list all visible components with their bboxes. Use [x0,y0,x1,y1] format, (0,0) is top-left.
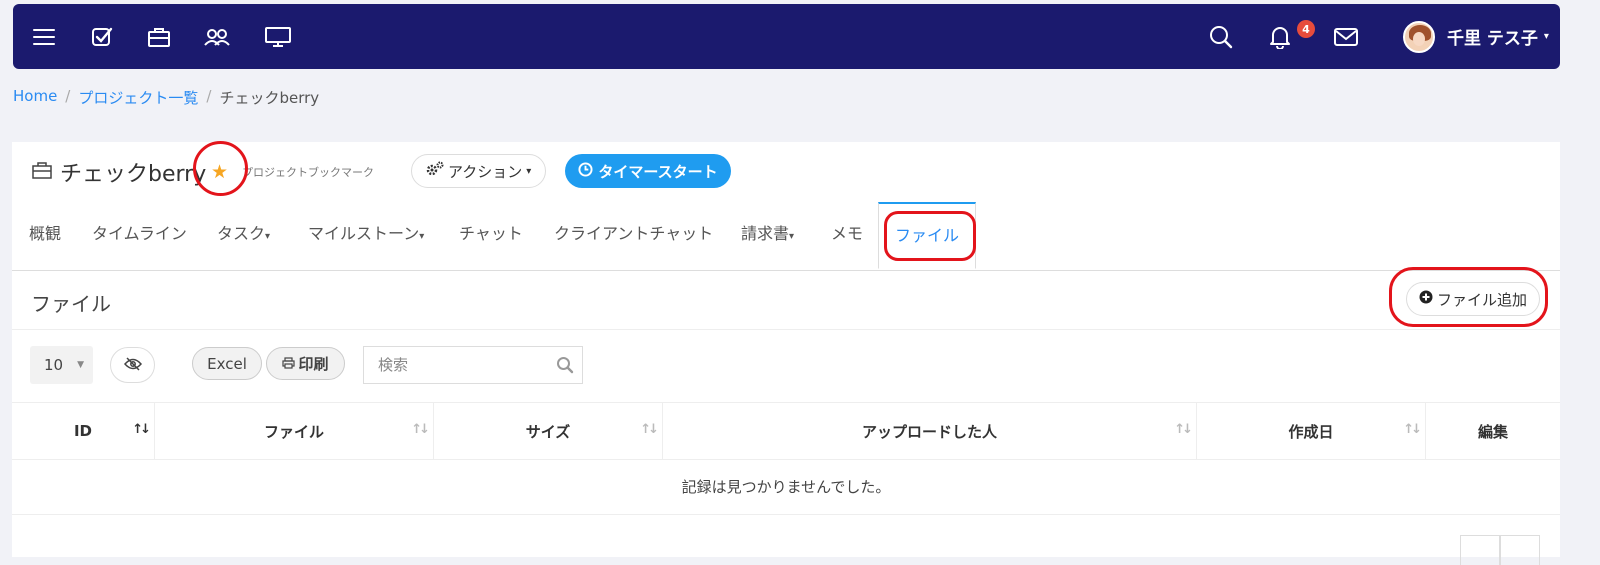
column-header-edit: 編集 [1426,403,1560,459]
tab-invoices[interactable]: 請求書▾ [741,202,794,270]
checklist-icon[interactable] [89,4,115,69]
search-icon [556,356,574,378]
star-icon[interactable]: ★ [211,161,228,183]
section-title: ファイル [31,292,111,316]
eye-slash-icon [123,356,142,375]
page-length-select[interactable]: 10 ▼ [30,346,93,384]
tab-invoices-label: 請求書 [741,224,790,243]
tab-milestones-label: マイルストーン [308,224,420,243]
tab-files[interactable]: ファイル [878,202,977,269]
column-header-id[interactable]: ID ↑↓ [12,403,155,459]
printer-icon [282,355,296,373]
search-icon[interactable] [1208,4,1234,69]
breadcrumb-separator: / [206,87,212,105]
chevron-down-icon: ▾ [1543,31,1549,42]
breadcrumb-projects[interactable]: プロジェクト一覧 [78,87,198,108]
timer-start-label: タイマースタート [598,162,718,181]
chevron-down-icon: ▾ [526,165,532,177]
column-header-uploader[interactable]: アップロードした人 ↑↓ [663,403,1197,459]
table-search [363,346,583,384]
sort-icon: ↑↓ [1403,422,1422,437]
gears-icon [426,161,444,181]
briefcase-icon [32,160,52,185]
plus-circle-icon [1419,290,1433,308]
sort-icon: ↑↓ [640,422,659,437]
column-header-label: 編集 [1477,422,1508,441]
clock-icon [578,161,593,181]
print-label: 印刷 [298,355,329,373]
sort-icon: ↑↓ [1174,422,1193,437]
sort-icon: ↑↓ [132,422,151,437]
project-tabs: 概観 タイムライン タスク▾ マイルストーン▾ チャット クライアントチャット … [12,202,1560,271]
column-visibility-button[interactable] [110,347,155,383]
users-icon[interactable] [203,4,231,69]
action-label: アクション [448,162,523,181]
action-button[interactable]: アクション ▾ [411,154,547,188]
column-header-label: ID [73,422,93,440]
bookmark-label[interactable]: プロジェクトブックマーク [242,164,374,180]
add-file-label: ファイル追加 [1436,290,1527,309]
breadcrumb-separator: / [65,87,71,105]
timer-start-button[interactable]: タイマースタート [565,154,731,188]
menu-icon[interactable] [31,4,57,69]
table-header: ID ↑↓ ファイル ↑↓ サイズ ↑↓ アップロードした人 ↑↓ 作成日 ↑↓… [12,402,1560,460]
tab-tasks-label: タスク [217,224,266,243]
column-header-label: サイズ [525,422,571,441]
breadcrumb: Home / プロジェクト一覧 / チェックberry [13,87,319,108]
divider [12,329,1560,330]
column-header-label: アップロードした人 [861,422,997,441]
column-header-label: ファイル [263,422,324,441]
project-card: チェックberry ★ プロジェクトブックマーク アクション ▾ タイマースター… [12,142,1560,565]
column-header-label: 作成日 [1288,422,1334,441]
monitor-icon[interactable] [264,4,292,69]
tab-tasks[interactable]: タスク▾ [217,202,270,270]
notification-badge: 4 [1297,20,1315,38]
tab-overview[interactable]: 概観 [29,202,61,270]
tab-notes[interactable]: メモ [831,202,863,270]
user-menu[interactable]: 千里 テス子 ▾ [1403,4,1549,69]
column-header-file[interactable]: ファイル ↑↓ [155,403,434,459]
pagination-prev-button[interactable] [1460,535,1500,565]
chevron-down-icon: ▼ [77,360,85,370]
chevron-down-icon: ▾ [265,231,271,242]
chevron-down-icon: ▾ [419,231,425,242]
top-navbar: 4 千里 テス子 ▾ [13,4,1560,69]
briefcase-icon[interactable] [146,4,172,69]
page-length-value: 10 [44,356,64,374]
sort-icon: ↑↓ [411,422,430,437]
tab-timeline[interactable]: タイムライン [92,202,187,270]
user-name: 千里 テス子 [1447,29,1538,49]
bell-icon[interactable] [1267,4,1293,69]
project-title: チェックberry [32,156,206,188]
excel-button[interactable]: Excel [192,347,262,380]
tab-milestones[interactable]: マイルストーン▾ [308,202,424,270]
column-header-created[interactable]: 作成日 ↑↓ [1197,403,1426,459]
search-input[interactable] [376,355,550,375]
breadcrumb-home[interactable]: Home [13,87,57,108]
empty-table-message: 記録は見つかりませんでした。 [12,459,1560,515]
chevron-down-icon: ▾ [789,231,795,242]
tab-client-chat[interactable]: クライアントチャット [554,202,713,270]
tab-chat[interactable]: チャット [459,202,523,270]
print-button[interactable]: 印刷 [266,347,345,380]
project-name: チェックberry [60,162,207,187]
breadcrumb-current: チェックberry [219,89,320,107]
pagination-next-button[interactable] [1500,535,1540,565]
add-file-button[interactable]: ファイル追加 [1406,282,1540,316]
mail-icon[interactable] [1333,4,1359,69]
avatar [1403,20,1435,53]
column-header-size[interactable]: サイズ ↑↓ [434,403,663,459]
